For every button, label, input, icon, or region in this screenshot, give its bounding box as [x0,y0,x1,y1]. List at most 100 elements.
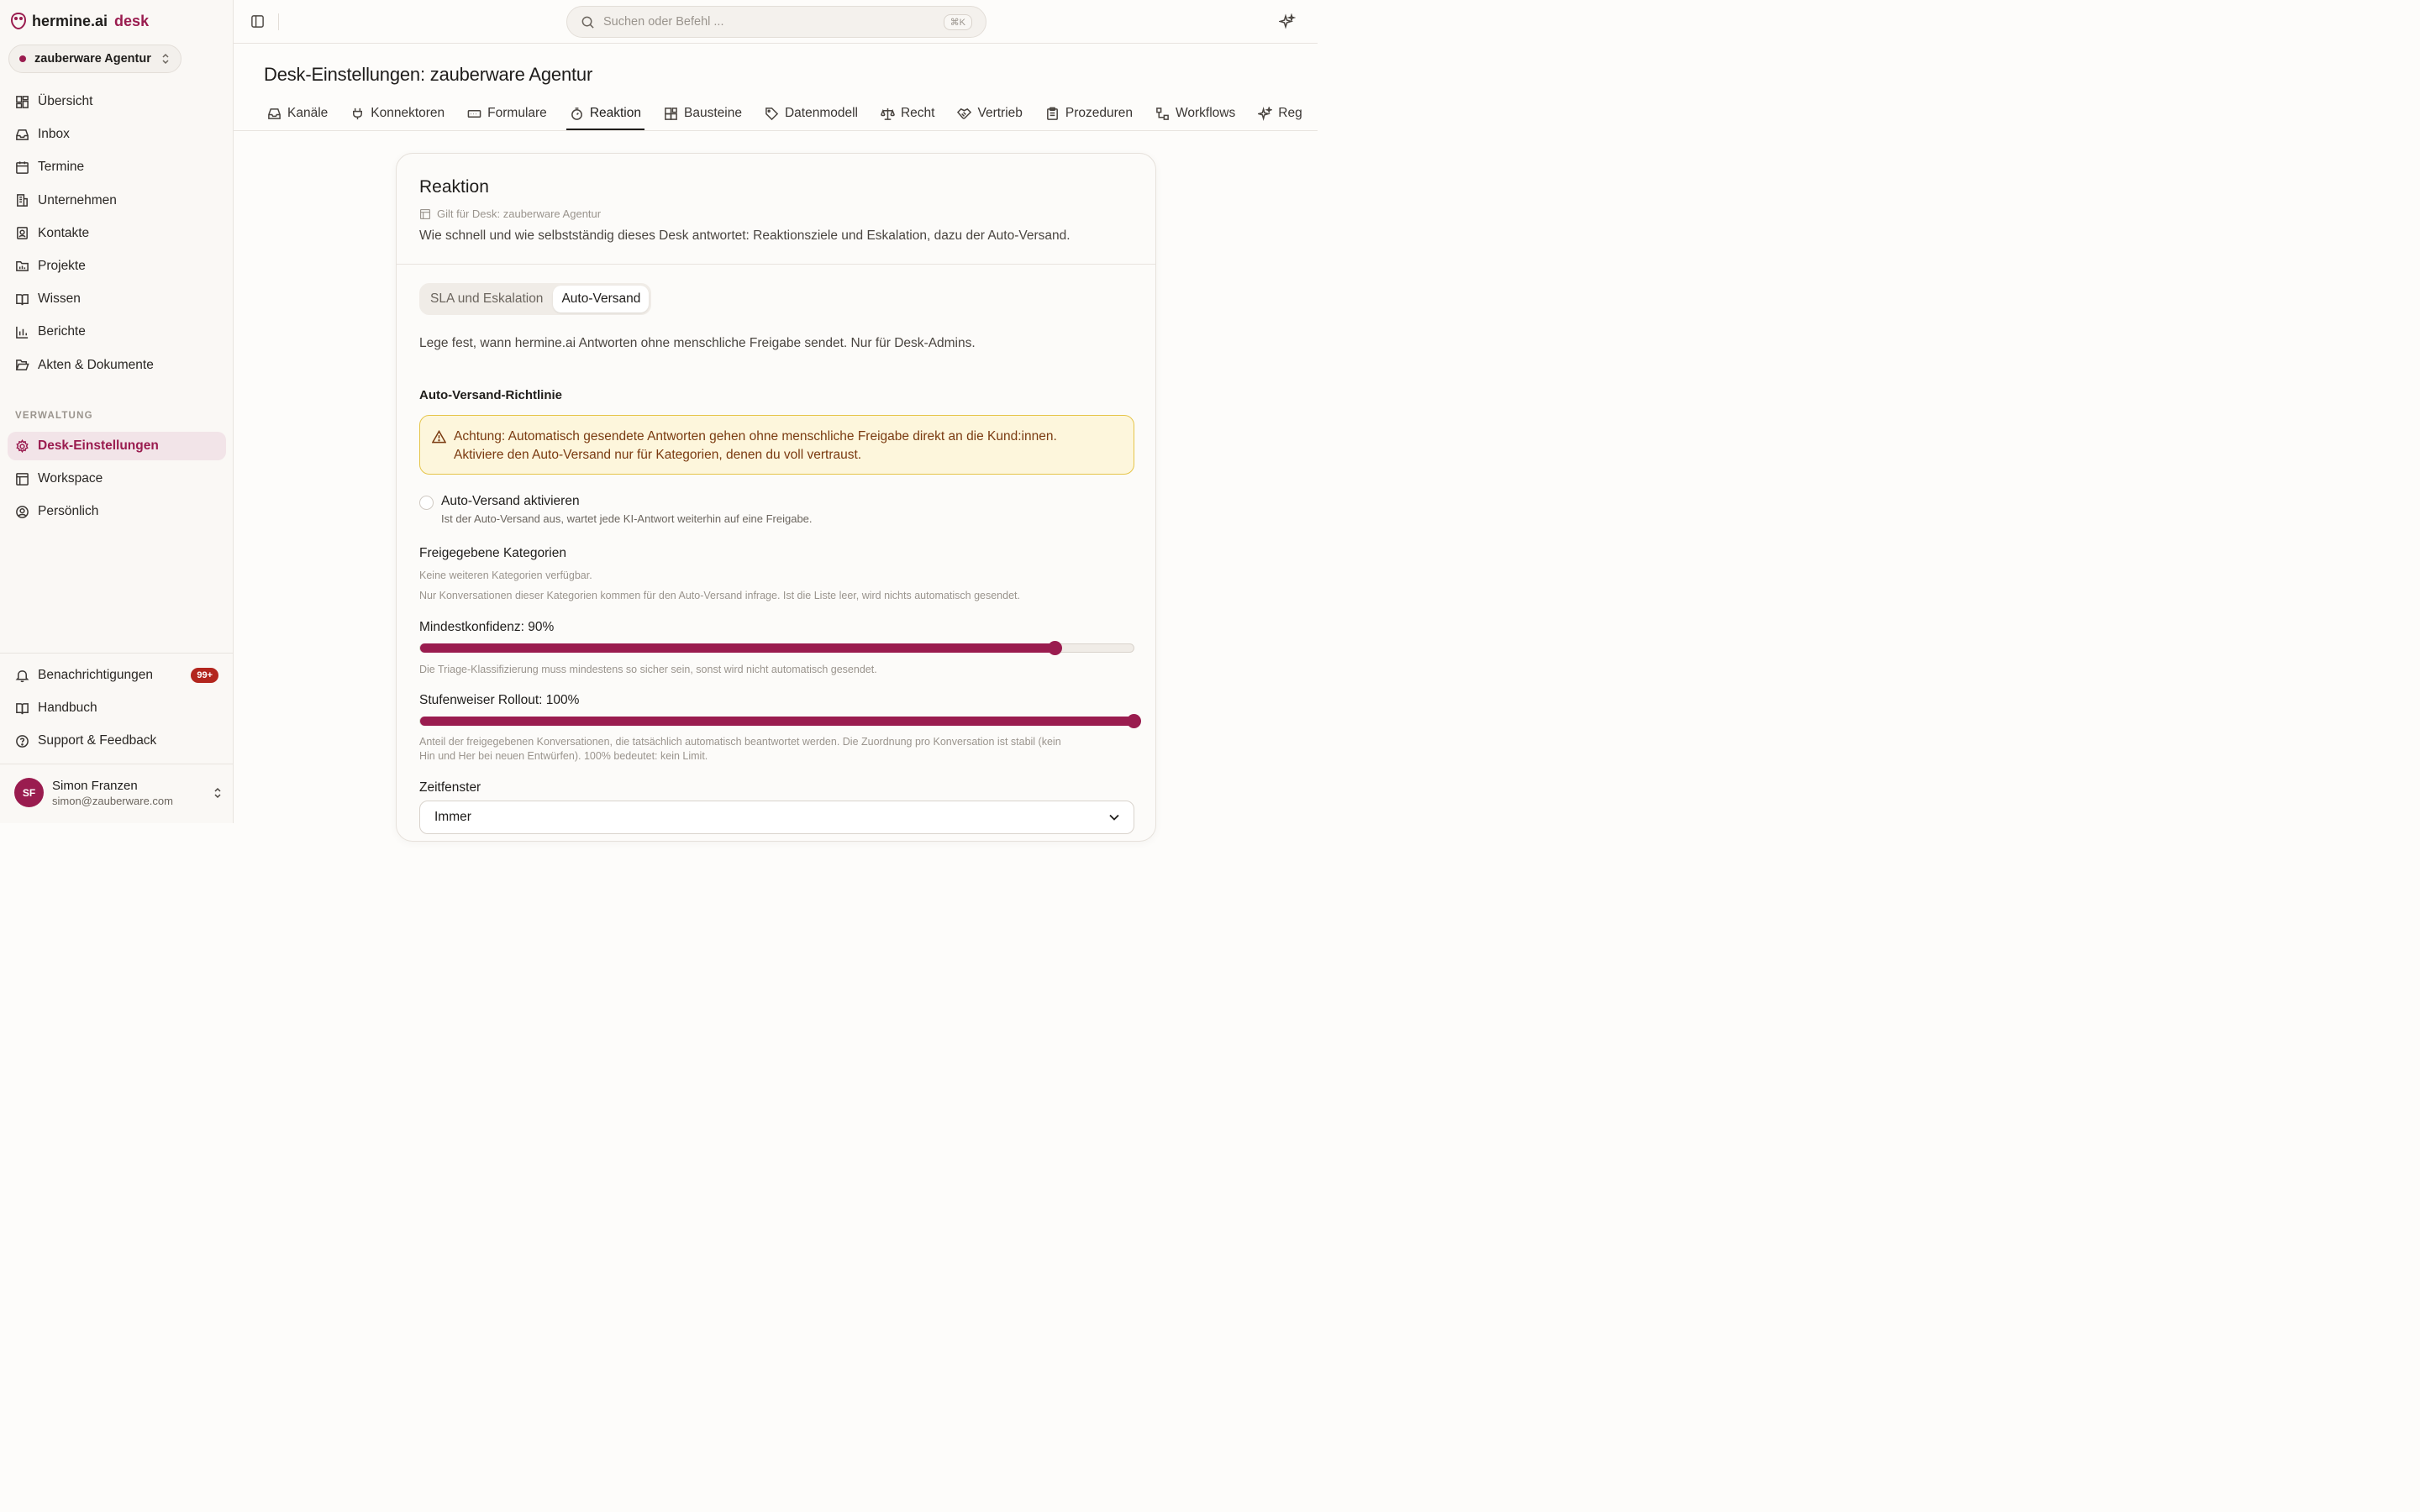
nav-label: Akten & Dokumente [38,357,154,372]
blocks-icon [665,107,677,120]
auto-versand-label: Auto-Versand aktivieren [441,494,580,508]
tab-prozeduren[interactable]: Prozeduren [1042,97,1136,130]
workspace-name: zauberware Agentur [34,52,151,66]
tab-label: Reg [1278,106,1302,120]
timer-icon [571,107,582,120]
rollout-slider-fill [420,717,1134,726]
tab-reaktion[interactable]: Reaktion [566,97,645,130]
user-email: simon@zauberware.com [52,794,173,807]
book-icon [16,293,29,305]
policy-heading: Auto-Versand-Richtlinie [419,388,563,402]
scale-icon [881,108,895,120]
search-icon [581,16,594,29]
nav-label: Persönlich [38,504,99,519]
sidebar: hermine.ai desk zauberware Agentur Übers… [0,0,234,823]
tab-reg[interactable]: Reg [1255,97,1305,130]
nav-item-handbuch[interactable]: Handbuch [8,694,226,722]
auto-versand-help: Ist der Auto-Versand aus, wartet jede KI… [441,512,813,525]
handshake-icon [957,108,972,119]
layout-icon [419,208,431,219]
nav-item-support[interactable]: Support & Feedback [8,727,226,755]
calendar-icon [16,161,29,174]
nav-item-desk-einstellungen[interactable]: Desk-Einstellungen [8,432,226,460]
nav-label: Desk-Einstellungen [38,438,159,453]
rollout-slider-thumb[interactable] [1127,714,1141,728]
brand-logo[interactable]: hermine.ai desk [10,12,149,30]
nav-label: Termine [38,160,85,175]
nav-item-benachrichtigungen[interactable]: Benachrichtigungen 99+ [8,661,226,690]
confidence-slider-thumb[interactable] [1047,641,1062,655]
workspace-dot [19,55,26,62]
warning-callout: Achtung: Automatisch gesendete Antworten… [419,415,1134,475]
warning-icon [432,430,446,444]
warning-line-2: Aktiviere den Auto-Versand nur für Kateg… [454,448,862,462]
layout-icon [16,472,29,486]
rollout-label: Stufenweiser Rollout: 100% [419,693,580,707]
tab-recht[interactable]: Recht [877,97,939,130]
segment-sla[interactable]: SLA und Eskalation [422,286,551,312]
bar-chart-icon [16,326,29,339]
search-input[interactable] [603,15,935,29]
sidebar-divider [0,653,233,654]
form-icon [467,109,481,118]
tab-label: Vertrieb [977,106,1023,120]
nav-item-akten[interactable]: Akten & Dokumente [8,351,226,380]
tab-workflows[interactable]: Workflows [1152,97,1239,130]
workflow-icon [1156,107,1169,120]
confidence-slider[interactable] [419,641,1134,655]
inbox-icon [268,108,281,119]
auto-versand-toggle[interactable]: Auto-Versand aktivieren Ist der Auto-Ver… [419,494,813,525]
building-icon [17,194,28,207]
rollout-slider[interactable] [419,714,1141,728]
nav-item-uebersicht[interactable]: Übersicht [8,87,226,116]
sparkle-icon [1258,106,1273,121]
auto-versand-checkbox[interactable] [419,496,434,510]
reaktion-card: Reaktion Gilt für Desk: zauberware Agent… [396,153,1156,842]
search-bar[interactable]: ⌘K [566,6,986,38]
nav-label: Workspace [38,471,103,486]
user-menu[interactable]: SF Simon Franzen simon@zauberware.com [14,778,223,807]
nav-item-unternehmen[interactable]: Unternehmen [8,186,226,215]
tab-kanaele[interactable]: Kanäle [264,97,331,130]
nav-item-wissen[interactable]: Wissen [8,285,226,313]
segment-auto-versand[interactable]: Auto-Versand [553,286,650,312]
nav-label: Wissen [38,291,81,307]
workspace-switcher[interactable]: zauberware Agentur [8,45,182,73]
folder-open-icon [15,360,29,370]
sidebar-toggle-icon[interactable] [250,14,265,29]
categories-help: Nur Konversationen dieser Kategorien kom… [419,590,1020,601]
confidence-label: Mindestkonfidenz: 90% [419,620,555,634]
tab-datenmodell[interactable]: Datenmodell [761,97,861,130]
settings-tabs: Kanäle Konnektoren Formulare Reaktion Ba… [264,97,1318,130]
tab-label: Kanäle [287,106,329,120]
nav-item-workspace[interactable]: Workspace [8,465,226,493]
tab-label: Konnektoren [371,106,445,120]
user-circle-icon [16,506,29,518]
admin-nav: Desk-Einstellungen Workspace Persönlich [8,432,226,531]
tabs-divider [234,130,1318,131]
nav-item-inbox[interactable]: Inbox [8,120,226,149]
card-description: Wie schnell und wie selbstständig dieses… [419,228,1071,243]
rollout-help-line-1: Anteil der freigegebenen Konversationen,… [419,736,1061,748]
card-divider [397,264,1155,265]
tab-formulare[interactable]: Formulare [464,97,550,130]
confidence-help: Die Triage-Klassifizierung muss mindeste… [419,664,877,675]
nav-label: Kontakte [38,225,90,240]
ai-sparkle-icon[interactable] [1279,13,1296,30]
main-nav: Übersicht Inbox Termine Unternehmen Kont… [8,87,226,384]
categories-heading: Freigegebene Kategorien [419,546,566,560]
user-info: Simon Franzen simon@zauberware.com [52,779,173,807]
tab-vertrieb[interactable]: Vertrieb [954,97,1025,130]
tab-bausteine[interactable]: Bausteine [660,97,745,130]
tab-konnektoren[interactable]: Konnektoren [347,97,448,130]
nav-item-termine[interactable]: Termine [8,153,226,181]
nav-item-persoenlich[interactable]: Persönlich [8,497,226,526]
tab-label: Workflows [1176,106,1236,120]
book-icon [16,702,29,714]
nav-item-projekte[interactable]: Projekte [8,252,226,281]
time-window-select[interactable]: Immer [419,801,1134,834]
nav-item-kontakte[interactable]: Kontakte [8,219,226,248]
nav-item-berichte[interactable]: Berichte [8,318,226,346]
chevron-updown-icon [214,787,221,798]
warning-line-1: Achtung: Automatisch gesendete Antworten… [454,429,1057,444]
